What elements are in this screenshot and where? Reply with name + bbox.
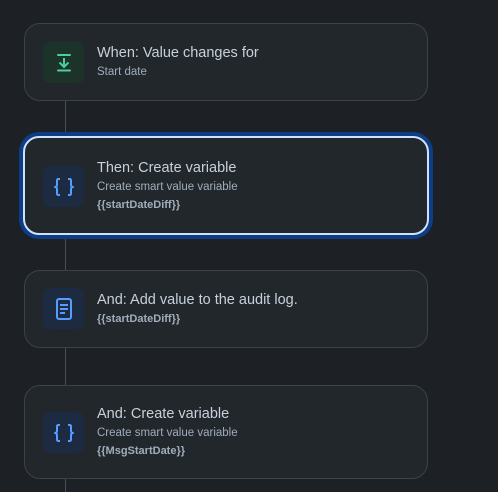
curly-braces-icon bbox=[53, 423, 74, 442]
smart-value-token: {{startDateDiff}} bbox=[97, 199, 181, 211]
trigger-card-value-changes[interactable]: When: Value changes for Start date bbox=[24, 23, 428, 101]
flow-connector bbox=[65, 236, 66, 270]
document-icon bbox=[55, 297, 72, 320]
rule-subtitle: Create smart value variable bbox=[97, 427, 238, 439]
flow-connector bbox=[65, 478, 66, 492]
action-icon-box bbox=[43, 412, 84, 453]
flow-connector bbox=[65, 100, 66, 136]
rule-flow-canvas: When: Value changes for Start date Then:… bbox=[0, 0, 498, 492]
action-card-audit-log[interactable]: And: Add value to the audit log. {{start… bbox=[24, 270, 428, 348]
smart-value-token: {{startDateDiff}} bbox=[97, 313, 181, 325]
rule-title: And: Add value to the audit log. bbox=[97, 292, 298, 308]
action-card-create-variable[interactable]: Then: Create variable Create smart value… bbox=[23, 136, 429, 235]
flow-connector bbox=[65, 347, 66, 385]
action-card-create-variable-2[interactable]: And: Create variable Create smart value … bbox=[24, 385, 428, 479]
rule-title: When: Value changes for bbox=[97, 45, 259, 61]
rule-subtitle: Start date bbox=[97, 66, 147, 78]
action-icon-box bbox=[43, 166, 84, 207]
rule-title: Then: Create variable bbox=[97, 160, 237, 176]
action-icon-box bbox=[43, 288, 84, 329]
download-icon bbox=[56, 53, 71, 71]
curly-braces-icon bbox=[53, 177, 74, 196]
rule-subtitle: Create smart value variable bbox=[97, 181, 238, 193]
smart-value-token: {{MsgStartDate}} bbox=[97, 445, 186, 457]
trigger-icon-box bbox=[43, 42, 84, 83]
rule-title: And: Create variable bbox=[97, 406, 230, 422]
